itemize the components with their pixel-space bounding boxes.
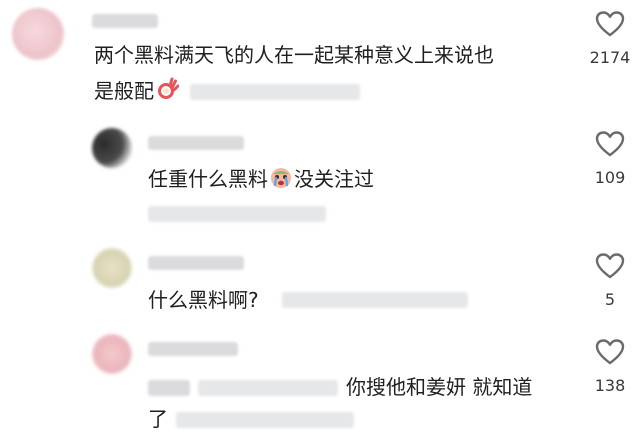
comment-text: 任重什么黑料 没关注过 (148, 164, 374, 197)
heart-icon (595, 253, 625, 279)
comment-text-part: 没关注过 (294, 167, 374, 191)
comment-text: 是般配 (94, 76, 180, 109)
timestamp-redacted (282, 292, 468, 308)
heart-icon (595, 131, 625, 157)
like-button[interactable] (590, 252, 630, 280)
username-redacted[interactable] (148, 342, 238, 356)
like-button[interactable] (590, 10, 630, 38)
like-button[interactable] (590, 338, 630, 366)
like-count: 2174 (589, 48, 631, 67)
timestamp-redacted (176, 412, 354, 428)
username-redacted[interactable] (148, 136, 244, 150)
comment-text-part: 任重什么黑料 (148, 167, 268, 191)
heart-icon (595, 339, 625, 365)
like-button[interactable] (590, 130, 630, 158)
timestamp-redacted (148, 206, 326, 222)
reply-target-redacted[interactable] (148, 380, 190, 396)
like-count: 5 (604, 290, 616, 309)
username-redacted[interactable] (148, 256, 244, 270)
like-count: 138 (594, 376, 626, 395)
avatar[interactable] (92, 248, 132, 288)
comment-text-line: 是般配 (94, 79, 154, 103)
avatar[interactable] (92, 334, 132, 374)
crying-face-emoji (269, 165, 293, 197)
heart-icon (595, 11, 625, 37)
ok-hand-emoji (157, 77, 180, 109)
comment-text: 什么黑料啊? (148, 288, 259, 312)
like-count: 109 (594, 168, 626, 187)
avatar[interactable] (12, 8, 64, 60)
reply-target-redacted (198, 380, 338, 396)
comment-text: 了 (148, 407, 168, 431)
timestamp-redacted (190, 84, 360, 100)
avatar[interactable] (92, 128, 132, 168)
username-redacted[interactable] (92, 14, 158, 28)
comment-text: 你搜他和姜妍 就知道 (346, 375, 533, 399)
comment-text: 两个黑料满天飞的人在一起某种意义上来说也 (94, 43, 494, 67)
